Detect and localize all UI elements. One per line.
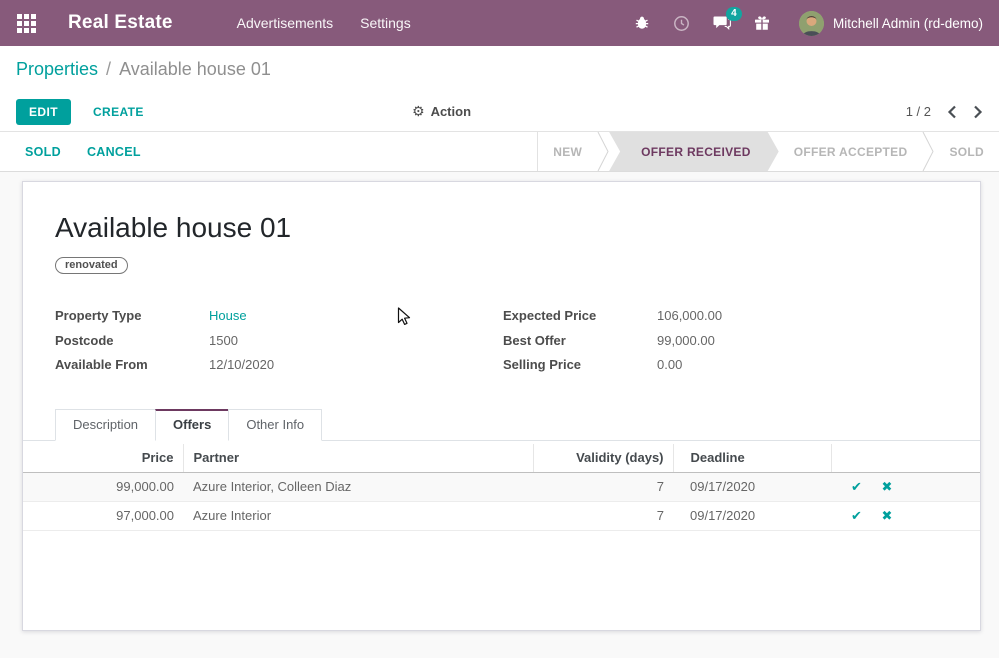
breadcrumb: Properties / Available house 01 xyxy=(0,46,999,92)
col-validity[interactable]: Validity (days) xyxy=(533,444,673,473)
pager-next-icon[interactable] xyxy=(973,105,983,119)
sold-button[interactable]: SOLD xyxy=(25,145,61,159)
state-chevron-icon xyxy=(922,132,934,171)
offer-validity[interactable]: 7 xyxy=(533,501,673,530)
menu-advertisements[interactable]: Advertisements xyxy=(237,15,333,31)
top-navbar: Real Estate Advertisements Settings 4 xyxy=(0,0,999,46)
property-type-link[interactable]: House xyxy=(209,304,503,329)
gear-icon: ⚙ xyxy=(412,103,425,120)
apps-grid-icon[interactable] xyxy=(14,11,38,35)
col-price[interactable]: Price xyxy=(23,444,183,473)
offers-header-row: Price Partner Validity (days) Deadline xyxy=(23,444,980,473)
field-group-right: Expected Price 106,000.00 Best Offer 99,… xyxy=(503,304,948,378)
control-panel: Properties / Available house 01 EDIT CRE… xyxy=(0,46,999,132)
refuse-offer-icon[interactable]: ✖ xyxy=(882,479,893,494)
col-partner[interactable]: Partner xyxy=(183,444,533,473)
tab-offers[interactable]: Offers xyxy=(155,409,229,441)
state-new[interactable]: NEW xyxy=(538,132,597,171)
offers-table: Price Partner Validity (days) Deadline 9… xyxy=(23,444,980,531)
state-chevron-icon xyxy=(597,132,609,171)
breadcrumb-parent[interactable]: Properties xyxy=(16,59,98,80)
field-expected-price: Expected Price 106,000.00 xyxy=(503,304,948,329)
tab-other-info[interactable]: Other Info xyxy=(228,409,322,441)
offer-deadline[interactable]: 09/17/2020 xyxy=(673,501,831,530)
accept-offer-icon[interactable]: ✔ xyxy=(851,508,862,523)
main-menu: Advertisements Settings xyxy=(237,15,411,31)
refuse-offer-icon[interactable]: ✖ xyxy=(882,508,893,523)
message-count-badge: 4 xyxy=(726,7,742,21)
user-name: Mitchell Admin (rd-demo) xyxy=(833,16,983,31)
field-property-type: Property Type House xyxy=(55,304,503,329)
col-deadline[interactable]: Deadline xyxy=(673,444,831,473)
debug-bug-icon[interactable] xyxy=(633,14,651,32)
tag-renovated[interactable]: renovated xyxy=(55,257,128,274)
offer-row[interactable]: 97,000.00 Azure Interior 7 09/17/2020 ✔ … xyxy=(23,501,980,530)
accept-offer-icon[interactable]: ✔ xyxy=(851,479,862,494)
field-selling-price: Selling Price 0.00 xyxy=(503,353,948,378)
action-menu[interactable]: ⚙ Action xyxy=(412,103,471,120)
state-sold[interactable]: SOLD xyxy=(934,132,999,171)
form-sheet: Available house 01 renovated Property Ty… xyxy=(22,181,981,631)
user-menu[interactable]: Mitchell Admin (rd-demo) xyxy=(799,11,983,36)
action-label: Action xyxy=(431,104,471,119)
app-title[interactable]: Real Estate xyxy=(68,12,173,34)
statusbar-buttons: SOLD CANCEL xyxy=(0,132,141,171)
offer-deadline[interactable]: 09/17/2020 xyxy=(673,472,831,501)
navbar-right: 4 Mitchell Admin (rd-demo) xyxy=(633,11,983,36)
offer-partner[interactable]: Azure Interior xyxy=(183,501,533,530)
activities-clock-icon[interactable] xyxy=(673,14,691,32)
offer-price[interactable]: 97,000.00 xyxy=(23,501,183,530)
field-best-offer: Best Offer 99,000.00 xyxy=(503,329,948,354)
form-view: Available house 01 renovated Property Ty… xyxy=(0,172,999,658)
offer-price[interactable]: 99,000.00 xyxy=(23,472,183,501)
field-available-from: Available From 12/10/2020 xyxy=(55,353,503,378)
notebook-tabs: Description Offers Other Info xyxy=(23,409,980,441)
user-avatar xyxy=(799,11,824,36)
status-pipeline: NEW OFFER RECEIVED OFFER ACCEPTED SOLD xyxy=(537,132,999,171)
field-postcode: Postcode 1500 xyxy=(55,329,503,354)
field-group-left: Property Type House Postcode 1500 Availa… xyxy=(55,304,503,378)
tab-description[interactable]: Description xyxy=(55,409,156,441)
offer-row[interactable]: 99,000.00 Azure Interior, Colleen Diaz 7… xyxy=(23,472,980,501)
create-button[interactable]: CREATE xyxy=(93,105,144,119)
offer-partner[interactable]: Azure Interior, Colleen Diaz xyxy=(183,472,533,501)
pager-counter: 1 / 2 xyxy=(906,104,931,119)
field-groups: Property Type House Postcode 1500 Availa… xyxy=(55,304,948,378)
col-actions xyxy=(831,444,980,473)
gift-icon[interactable] xyxy=(753,14,771,32)
statusbar: SOLD CANCEL NEW OFFER RECEIVED OFFER ACC… xyxy=(0,132,999,172)
pager: 1 / 2 xyxy=(906,104,983,119)
control-buttons-row: EDIT CREATE ⚙ Action 1 / 2 xyxy=(0,92,999,131)
menu-settings[interactable]: Settings xyxy=(360,15,411,31)
state-offer-received[interactable]: OFFER RECEIVED xyxy=(609,132,779,171)
messages-icon[interactable]: 4 xyxy=(713,14,731,32)
edit-button[interactable]: EDIT xyxy=(16,99,71,125)
breadcrumb-current: Available house 01 xyxy=(119,59,271,80)
record-title: Available house 01 xyxy=(55,212,948,244)
pager-previous-icon[interactable] xyxy=(947,105,957,119)
breadcrumb-separator: / xyxy=(106,59,111,80)
state-offer-accepted[interactable]: OFFER ACCEPTED xyxy=(779,132,923,171)
offer-validity[interactable]: 7 xyxy=(533,472,673,501)
cancel-button[interactable]: CANCEL xyxy=(87,145,141,159)
